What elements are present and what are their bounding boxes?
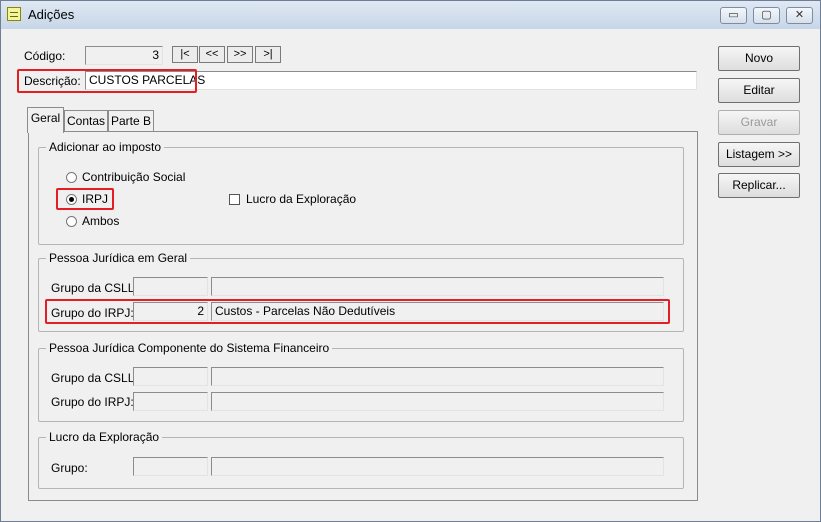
pj-financeiro-csll-label: Grupo da CSLL: [51, 371, 138, 385]
adicionar-group: Adicionar ao imposto Contribuição Social… [38, 140, 684, 245]
adicionar-legend: Adicionar ao imposto [46, 140, 165, 154]
nav-prev-button[interactable]: << [199, 46, 225, 63]
editar-button[interactable]: Editar [718, 78, 800, 103]
pj-geral-irpj-highlight [45, 299, 670, 324]
restore-button[interactable]: ▢ [753, 7, 780, 24]
radio-ambos[interactable] [66, 216, 77, 227]
pj-geral-csll-desc-field[interactable] [211, 277, 664, 296]
tab-geral[interactable]: Geral [27, 107, 64, 133]
lucro-grupo-label: Grupo: [51, 461, 88, 475]
tab-contas[interactable]: Contas [64, 110, 108, 132]
nav-next-button[interactable]: >> [227, 46, 253, 63]
minimize-button[interactable]: ▭ [720, 7, 747, 24]
title-bar[interactable]: Adições ▭ ▢ ✕ [1, 1, 820, 29]
listagem-button[interactable]: Listagem >> [718, 142, 800, 167]
pj-financeiro-irpj-label: Grupo do IRPJ: [51, 395, 134, 409]
form-icon [7, 7, 21, 21]
pj-financeiro-irpj-code-field[interactable] [133, 392, 208, 411]
lucro-grupo-desc-field[interactable] [211, 457, 664, 476]
pj-financeiro-legend: Pessoa Jurídica Componente do Sistema Fi… [46, 341, 333, 355]
pj-financeiro-irpj-desc-field[interactable] [211, 392, 664, 411]
nav-last-button[interactable]: >| [255, 46, 281, 63]
tab-panel-geral: Adicionar ao imposto Contribuição Social… [28, 131, 698, 501]
pj-financeiro-csll-desc-field[interactable] [211, 367, 664, 386]
replicar-button[interactable]: Replicar... [718, 173, 800, 198]
window-title: Adições [28, 7, 75, 22]
novo-button[interactable]: Novo [718, 46, 800, 71]
gravar-button[interactable]: Gravar [718, 110, 800, 135]
irpj-highlight [56, 188, 114, 210]
pj-geral-csll-code-field[interactable] [133, 277, 208, 296]
lucro-exploracao-checkbox-label: Lucro da Exploração [246, 192, 357, 206]
lucro-exploracao-checkbox[interactable] [229, 194, 240, 205]
pj-geral-legend: Pessoa Jurídica em Geral [46, 251, 191, 265]
pj-geral-csll-label: Grupo da CSLL: [51, 281, 138, 295]
codigo-label: Código: [24, 49, 66, 63]
descricao-highlight [17, 69, 197, 93]
radio-contribuicao-social-label: Contribuição Social [82, 170, 186, 184]
adicoes-window: Adições ▭ ▢ ✕ Código: 3 |< << >> >| Desc… [0, 0, 821, 522]
pj-geral-group: Pessoa Jurídica em Geral Grupo da CSLL: … [38, 251, 684, 332]
lucro-grupo-code-field[interactable] [133, 457, 208, 476]
radio-contribuicao-social[interactable] [66, 172, 77, 183]
close-button[interactable]: ✕ [786, 7, 813, 24]
radio-ambos-label: Ambos [82, 214, 120, 228]
lucro-exploracao-legend: Lucro da Exploração [46, 430, 163, 444]
nav-first-button[interactable]: |< [172, 46, 198, 63]
codigo-field[interactable]: 3 [85, 46, 163, 65]
lucro-exploracao-group: Lucro da Exploração Grupo: [38, 430, 684, 489]
pj-financeiro-group: Pessoa Jurídica Componente do Sistema Fi… [38, 341, 684, 422]
pj-financeiro-csll-code-field[interactable] [133, 367, 208, 386]
tab-parte-b[interactable]: Parte B [108, 110, 154, 132]
